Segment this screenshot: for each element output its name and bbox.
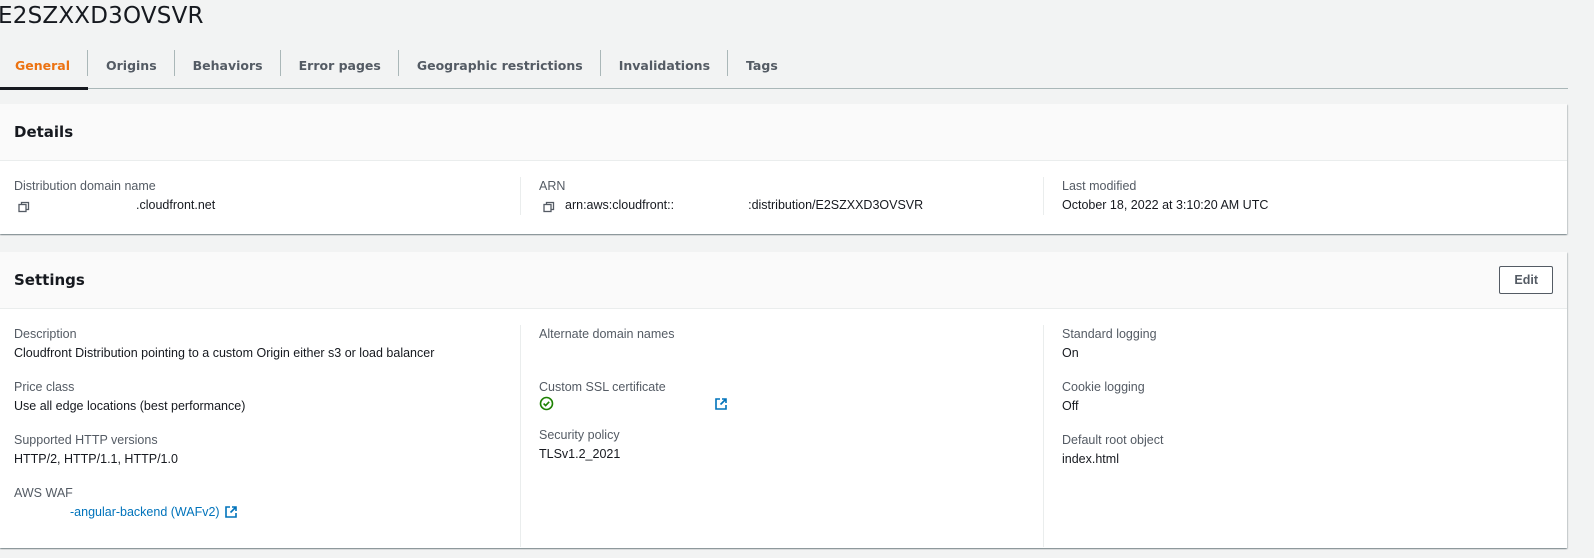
details-col-modified: Last modified October 18, 2022 at 3:10:2… <box>1043 177 1567 215</box>
domain-label: Distribution domain name <box>14 179 156 193</box>
root-object-label: Default root object <box>1062 433 1164 447</box>
settings-col-3: Standard logging On Cookie logging Off D… <box>1043 325 1567 547</box>
external-link-icon[interactable] <box>224 505 238 519</box>
standard-logging-label: Standard logging <box>1062 327 1157 341</box>
page-title: E2SZXXD3OVSVR <box>0 3 204 29</box>
settings-panel: Settings Edit Description Cloudfront Dis… <box>0 252 1567 548</box>
tab-label: General <box>15 57 70 73</box>
cookie-logging-value: Off <box>1062 399 1079 413</box>
tab-label: Error pages <box>298 57 381 73</box>
settings-col-2: Alternate domain names Custom SSL certif… <box>520 325 1043 547</box>
redacted-text <box>674 199 749 211</box>
waf-value: -angular-backend (WAFv2) <box>14 502 506 522</box>
tab-label: Geographic restrictions <box>416 57 583 73</box>
redacted-text <box>14 506 70 518</box>
alt-domains-value <box>539 343 1029 363</box>
tab-behaviors[interactable]: Behaviors <box>175 42 281 89</box>
tab-invalidations[interactable]: Invalidations <box>601 42 729 89</box>
http-versions-label: Supported HTTP versions <box>14 433 158 447</box>
price-class-label: Price class <box>14 380 75 394</box>
modified-label: Last modified <box>1062 179 1137 193</box>
external-link-icon[interactable] <box>714 397 728 411</box>
details-col-domain: Distribution domain name .cloudfront.net <box>0 177 520 215</box>
tab-general[interactable]: General <box>0 42 88 90</box>
settings-col-1: Description Cloudfront Distribution poin… <box>0 325 520 547</box>
waf-label: AWS WAF <box>14 486 73 500</box>
details-panel: Details Distribution domain name .cloudf… <box>0 104 1567 234</box>
details-title: Details <box>14 123 74 141</box>
tab-tags[interactable]: Tags <box>728 42 796 89</box>
edit-button[interactable]: Edit <box>1499 266 1553 294</box>
redacted-text <box>554 397 710 410</box>
tab-label: Origins <box>106 57 157 73</box>
ssl-cert-label: Custom SSL certificate <box>539 380 666 394</box>
security-policy-label: Security policy <box>539 428 620 442</box>
tab-label: Invalidations <box>618 57 711 73</box>
cookie-logging-label: Cookie logging <box>1062 380 1145 394</box>
redacted-text <box>40 199 136 211</box>
alt-domains-label: Alternate domain names <box>539 327 675 341</box>
standard-logging-value: On <box>1062 346 1079 360</box>
arn-prefix: arn:aws:cloudfront:: <box>565 198 675 212</box>
description-value: Cloudfront Distribution pointing to a cu… <box>14 346 435 360</box>
tab-geographic-restrictions[interactable]: Geographic restrictions <box>399 42 601 89</box>
ssl-cert-value <box>539 396 1029 411</box>
arn-value: arn:aws:cloudfront:: :distribution/E2SZX… <box>539 195 1029 215</box>
http-versions-value: HTTP/2, HTTP/1.1, HTTP/1.0 <box>14 452 178 466</box>
tab-origins[interactable]: Origins <box>88 42 175 89</box>
modified-value: October 18, 2022 at 3:10:20 AM UTC <box>1062 198 1269 212</box>
check-circle-icon <box>539 396 554 411</box>
tab-label: Tags <box>746 57 778 73</box>
security-policy-value: TLSv1.2_2021 <box>539 447 621 461</box>
domain-value: .cloudfront.net <box>14 195 506 215</box>
arn-suffix: :distribution/E2SZXXD3OVSVR <box>748 198 924 212</box>
description-label: Description <box>14 327 77 341</box>
tab-error-pages[interactable]: Error pages <box>281 42 399 89</box>
tab-label: Behaviors <box>192 57 263 73</box>
settings-header: Settings Edit <box>0 252 1567 309</box>
tab-bar: General Origins Behaviors Error pages Ge… <box>0 42 1568 90</box>
arn-label: ARN <box>539 179 566 193</box>
price-class-value: Use all edge locations (best performance… <box>14 399 246 413</box>
copy-icon[interactable] <box>18 199 30 213</box>
details-header: Details <box>0 104 1567 161</box>
settings-title: Settings <box>14 271 85 289</box>
waf-link[interactable]: -angular-backend (WAFv2) <box>70 502 220 522</box>
domain-text: .cloudfront.net <box>136 198 216 212</box>
root-object-value: index.html <box>1062 452 1119 466</box>
copy-icon[interactable] <box>543 199 555 213</box>
details-col-arn: ARN arn:aws:cloudfront:: :distribution/E… <box>520 177 1043 215</box>
